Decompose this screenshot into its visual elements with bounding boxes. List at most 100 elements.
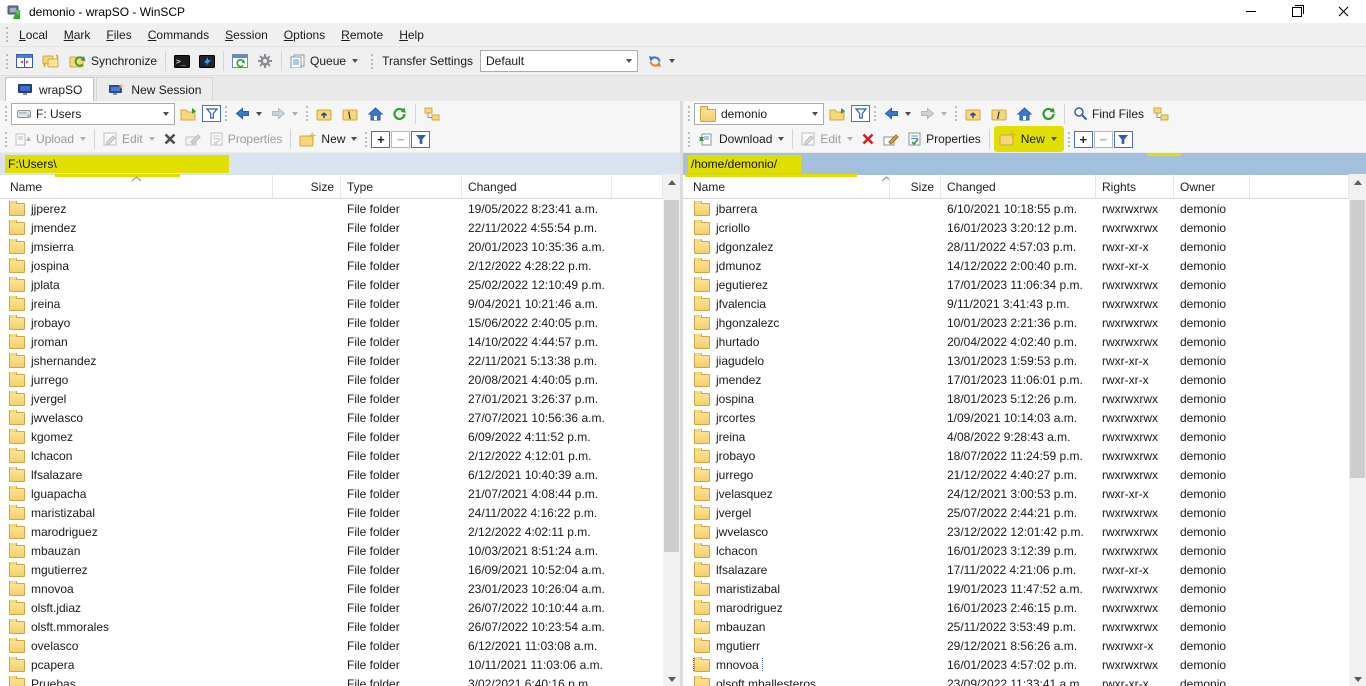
local-forward-button[interactable] [267,102,302,125]
local-file-row[interactable]: mnovoa File folder 23/01/2023 10:26:04 a… [0,579,680,598]
remote-back-button[interactable] [880,102,915,125]
local-file-row[interactable]: jreina File folder 9/04/2021 10:21:46 a.… [0,294,680,313]
local-file-row[interactable]: olsft.jdiaz File folder 26/07/2022 10:10… [0,598,680,617]
transfer-preset-button[interactable] [643,50,679,73]
remote-file-row[interactable]: mnovoa 16/01/2023 4:57:02 p.m. rwxrwxrwx… [683,655,1366,674]
local-select-add-button[interactable]: + [371,130,391,148]
remote-file-row[interactable]: jdgonzalez 28/11/2022 4:57:03 p.m. rwxr-… [683,237,1366,256]
download-button[interactable]: Download [694,128,788,151]
menu-item-files[interactable]: Files [98,24,139,46]
local-file-row[interactable]: kgomez File folder 6/09/2022 4:11:52 p.m… [0,427,680,446]
refresh-session-button[interactable] [228,50,252,73]
minimize-button[interactable] [1228,0,1274,23]
remote-file-row[interactable]: olsoft.mballesteros 23/09/2022 11:33:41 … [683,674,1366,686]
local-directory-tree-button[interactable] [420,102,444,125]
local-path-bar[interactable]: F:\Users\ [0,153,680,175]
local-file-row[interactable]: lguapacha File folder 21/07/2021 4:08:44… [0,484,680,503]
menu-item-local[interactable]: Local [11,24,56,46]
remote-filter-button[interactable] [851,105,870,122]
open-in-putty-button[interactable] [195,50,219,73]
local-file-row[interactable]: jwvelasco File folder 27/07/2021 10:56:3… [0,408,680,427]
new-session-tab[interactable]: New Session [96,77,214,101]
remote-delete-button[interactable] [858,128,878,151]
remote-file-row[interactable]: jiagudelo 13/01/2023 1:59:53 p.m. rwxr-x… [683,351,1366,370]
local-file-row[interactable]: pcapera File folder 10/11/2021 11:03:06 … [0,655,680,674]
remote-forward-button[interactable] [916,102,951,125]
local-file-row[interactable]: jroman File folder 14/10/2022 4:44:57 p.… [0,332,680,351]
local-file-row[interactable]: lchacon File folder 2/12/2022 4:12:01 p.… [0,446,680,465]
remote-directory-tree-button[interactable] [1149,102,1173,125]
scroll-up-button[interactable] [663,174,680,191]
remote-file-row[interactable]: jvelasquez 24/12/2021 3:00:53 p.m. rwxr-… [683,484,1366,503]
remote-file-row[interactable]: marodriguez 16/01/2023 2:46:15 p.m. rwxr… [683,598,1366,617]
remote-selection-filter-button[interactable] [1113,130,1133,148]
local-parent-directory-button[interactable] [312,102,337,125]
remote-header-size[interactable]: Size [890,175,941,198]
find-files-button[interactable]: Find Files [1069,102,1148,125]
synchronize-browsing-button[interactable] [38,50,64,73]
remote-file-row[interactable]: maristizabal 19/01/2023 11:47:52 a.m. rw… [683,579,1366,598]
remote-file-row[interactable]: jbarrera 6/10/2021 10:18:55 p.m. rwxrwxr… [683,199,1366,218]
local-filter-button[interactable] [202,105,221,122]
local-file-row[interactable]: jospina File folder 2/12/2022 4:28:22 p.… [0,256,680,275]
restore-button[interactable] [1274,0,1320,23]
remote-file-row[interactable]: mgutierr 29/12/2021 8:56:26 a.m. rwxrwxr… [683,636,1366,655]
close-button[interactable] [1320,0,1366,23]
remote-header-name[interactable]: Name [683,175,890,198]
remote-file-row[interactable]: jmendez 17/01/2023 11:06:01 p.m. rwxr-xr… [683,370,1366,389]
local-file-row[interactable]: lfsalazare File folder 6/12/2021 10:40:3… [0,465,680,484]
menu-item-remote[interactable]: Remote [333,24,391,46]
remote-home-button[interactable] [1013,102,1036,125]
local-file-row[interactable]: Pruebas File folder 3/02/2021 6:40:16 p.… [0,674,680,686]
remote-parent-directory-button[interactable] [961,102,986,125]
local-file-row[interactable]: marodriguez File folder 2/12/2022 4:02:1… [0,522,680,541]
local-file-row[interactable]: jurrego File folder 20/08/2021 4:40:05 p… [0,370,680,389]
synchronize-button[interactable]: Synchronize [65,50,161,73]
local-file-row[interactable]: mgutierrez File folder 16/09/2021 10:52:… [0,560,680,579]
remote-file-row[interactable]: jdmunoz 14/12/2022 2:00:40 p.m. rwxr-xr-… [683,256,1366,275]
local-file-row[interactable]: jplata File folder 25/02/2022 12:10:49 p… [0,275,680,294]
local-header-changed[interactable]: Changed [462,175,612,198]
local-file-row[interactable]: olsft.mmorales File folder 26/07/2022 10… [0,617,680,636]
open-terminal-button[interactable]: >_ [170,50,194,73]
remote-scrollbar[interactable] [1349,174,1366,686]
menu-item-options[interactable]: Options [276,24,333,46]
scrollbar-thumb[interactable] [1350,200,1365,478]
local-file-row[interactable]: jshernandez File folder 22/11/2021 5:13:… [0,351,680,370]
remote-file-row[interactable]: jwvelasco 23/12/2022 12:01:42 p.m. rwxrw… [683,522,1366,541]
remote-edit-button[interactable]: Edit [797,128,857,151]
transfer-settings-select[interactable]: Default [480,50,639,72]
upload-button[interactable]: Upload [11,128,90,151]
remote-header-changed[interactable]: Changed [941,175,1096,198]
local-delete-button[interactable] [160,128,180,151]
local-rename-button[interactable] [181,128,205,151]
local-file-row[interactable]: jrobayo File folder 15/06/2022 2:40:05 p… [0,313,680,332]
menu-item-commands[interactable]: Commands [140,24,217,46]
scroll-down-button[interactable] [1349,671,1366,686]
remote-new-button[interactable]: New [997,127,1059,150]
remote-header-rights[interactable]: Rights [1096,175,1174,198]
preferences-button[interactable] [253,50,277,73]
remote-root-directory-button[interactable]: / [987,102,1012,125]
local-file-row[interactable]: maristizabal File folder 24/11/2022 4:16… [0,503,680,522]
local-file-row[interactable]: mbauzan File folder 10/03/2021 8:51:24 a… [0,541,680,560]
local-edit-button[interactable]: Edit [99,128,159,151]
local-selection-filter-button[interactable] [411,130,431,148]
remote-rename-button[interactable] [879,128,903,151]
remote-file-row[interactable]: jhurtado 20/04/2022 4:02:40 p.m. rwxrwxr… [683,332,1366,351]
remote-file-row[interactable]: jvergel 25/07/2022 2:44:21 p.m. rwxrwxrw… [683,503,1366,522]
remote-file-row[interactable]: jreina 4/08/2022 9:28:43 a.m. rwxrwxrwx … [683,427,1366,446]
remote-file-row[interactable]: jfvalencia 9/11/2021 3:41:43 p.m. rwxrwx… [683,294,1366,313]
remote-properties-button[interactable]: Properties [904,128,985,151]
local-root-directory-button[interactable]: \ [338,102,363,125]
remote-select-remove-button[interactable]: − [1093,130,1113,148]
session-tab-wrapso[interactable]: wrapSO [5,77,95,101]
remote-file-row[interactable]: jegutierez 17/01/2023 11:06:34 p.m. rwxr… [683,275,1366,294]
remote-file-row[interactable]: lfsalazare 17/11/2022 4:21:06 p.m. rwxr-… [683,560,1366,579]
local-header-type[interactable]: Type [341,175,462,198]
remote-select-add-button[interactable]: + [1073,130,1093,148]
queue-button[interactable]: Queue [286,50,362,73]
local-new-button[interactable]: New [295,128,361,151]
local-file-row[interactable]: ovelasco File folder 6/12/2021 11:03:08 … [0,636,680,655]
remote-refresh-button[interactable] [1037,102,1060,125]
